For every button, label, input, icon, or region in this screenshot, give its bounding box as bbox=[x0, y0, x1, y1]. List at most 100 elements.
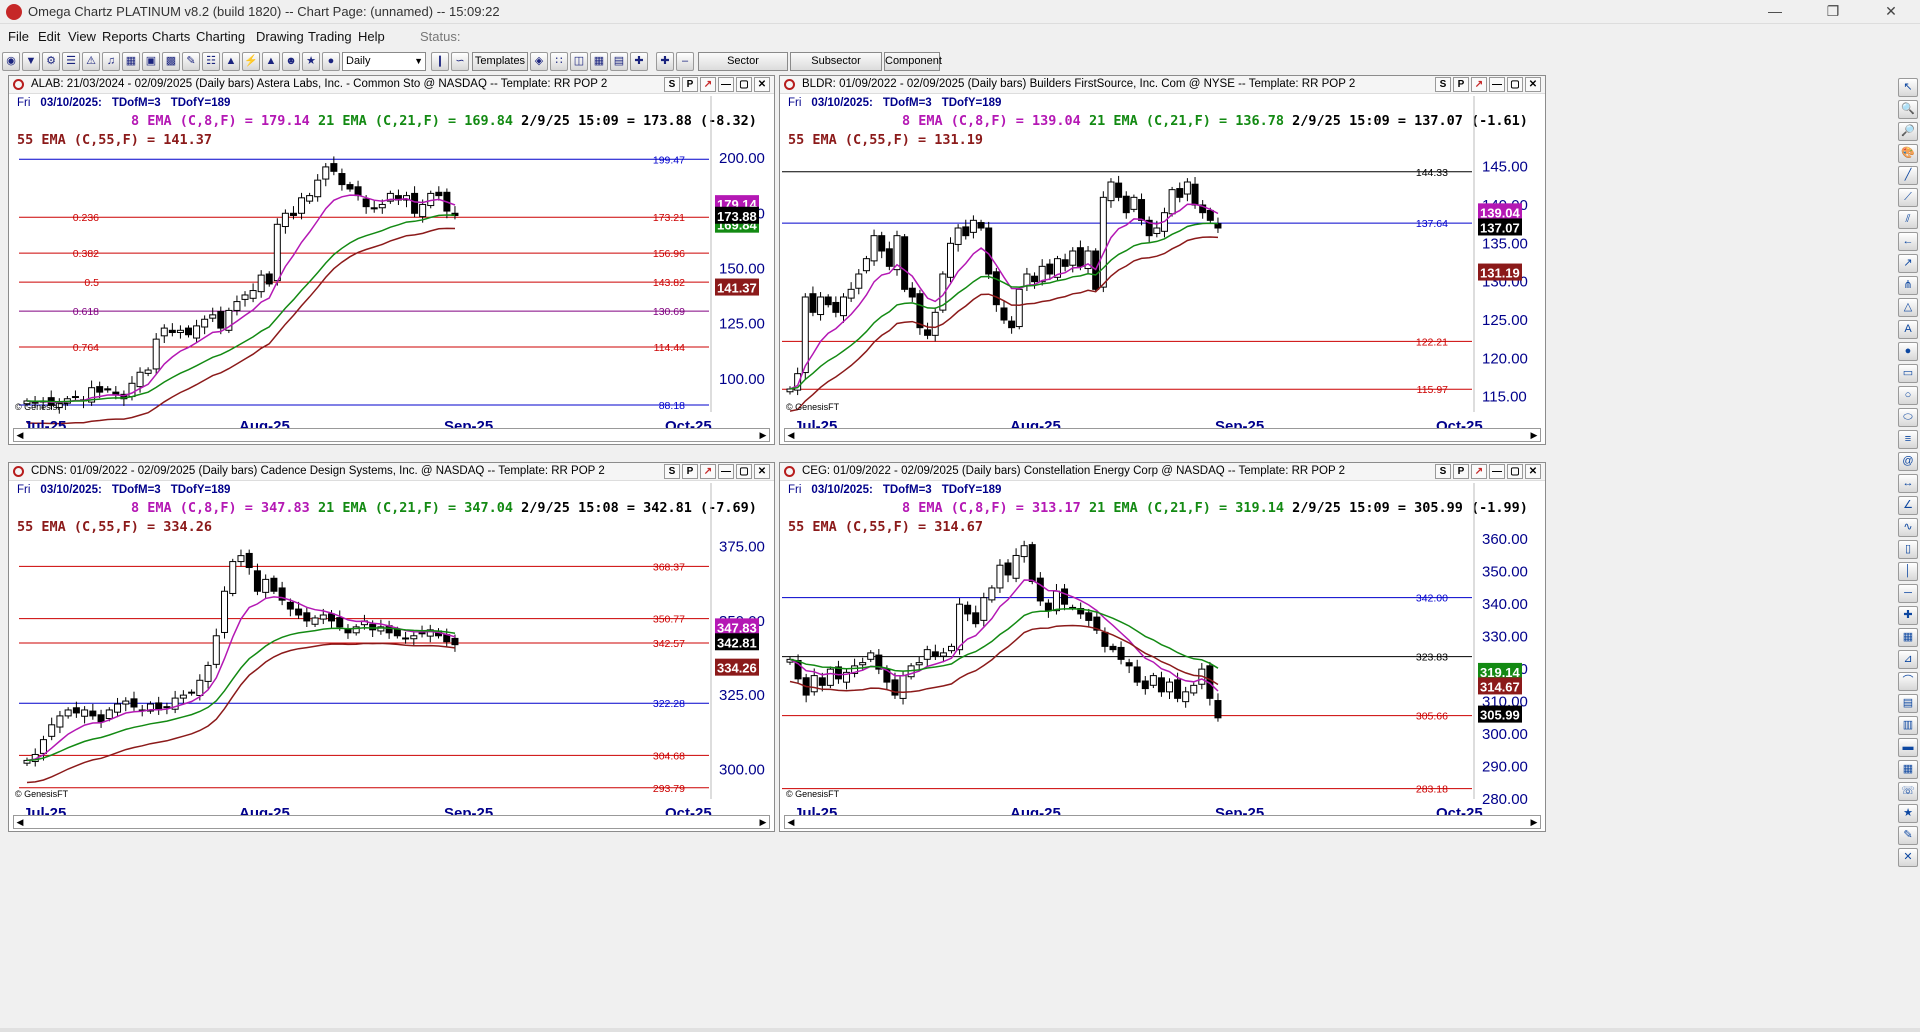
candle-body[interactable] bbox=[105, 709, 113, 720]
wave-icon[interactable]: ∿ bbox=[1898, 518, 1918, 537]
candle-body[interactable] bbox=[878, 235, 886, 252]
candle-body[interactable] bbox=[931, 651, 939, 657]
candle-body[interactable] bbox=[985, 227, 993, 275]
candle-body[interactable] bbox=[1008, 320, 1016, 329]
price-chart[interactable]: 342.00 323.83 305.66 283.18 360.00 350.00 340.… bbox=[780, 463, 1547, 833]
candle-body[interactable] bbox=[311, 617, 319, 625]
vline-icon[interactable]: │ bbox=[1898, 562, 1918, 581]
menu-drawing[interactable]: Drawing bbox=[256, 29, 304, 44]
candle-body[interactable] bbox=[809, 293, 817, 313]
candle-body[interactable] bbox=[1157, 677, 1165, 693]
candle-body[interactable] bbox=[336, 617, 344, 628]
candle-body[interactable] bbox=[130, 698, 138, 708]
candle-body[interactable] bbox=[188, 691, 196, 694]
candle-body[interactable] bbox=[1109, 645, 1117, 651]
candle-body[interactable] bbox=[1069, 250, 1077, 266]
candle-body[interactable] bbox=[1166, 681, 1174, 693]
candle-body[interactable] bbox=[1174, 679, 1182, 699]
candle-body[interactable] bbox=[1052, 590, 1060, 612]
candle-body[interactable] bbox=[1044, 602, 1052, 612]
candle-body[interactable] bbox=[354, 186, 362, 197]
candle-body[interactable] bbox=[249, 290, 257, 299]
candle-body[interactable] bbox=[369, 623, 377, 631]
candle-body[interactable] bbox=[1028, 544, 1036, 582]
ema55-line[interactable] bbox=[789, 236, 1219, 412]
delete-icon[interactable]: ✕ bbox=[1898, 848, 1918, 867]
candle-body[interactable] bbox=[954, 227, 962, 245]
candle-body[interactable] bbox=[915, 662, 923, 666]
text-icon[interactable]: A bbox=[1898, 320, 1918, 339]
candle-body[interactable] bbox=[1061, 588, 1069, 605]
scan-icon[interactable]: ◉ bbox=[2, 52, 20, 71]
candle-body[interactable] bbox=[112, 391, 120, 395]
candle-body[interactable] bbox=[824, 296, 832, 306]
candle-body[interactable] bbox=[1061, 259, 1069, 267]
candle-body[interactable] bbox=[810, 675, 818, 693]
rect-icon[interactable]: ▯ bbox=[1898, 540, 1918, 559]
candle-body[interactable] bbox=[193, 325, 201, 339]
candle-body[interactable] bbox=[89, 710, 97, 717]
candle-body[interactable] bbox=[885, 248, 893, 267]
ema21-line[interactable] bbox=[26, 627, 456, 762]
chart-icon[interactable]: ▲ bbox=[262, 52, 280, 71]
candle-body[interactable] bbox=[257, 274, 265, 293]
candle-body[interactable] bbox=[212, 635, 220, 665]
candle-body[interactable] bbox=[104, 388, 112, 391]
candle-body[interactable] bbox=[1183, 181, 1191, 195]
filter-icon[interactable]: ▼ bbox=[22, 52, 40, 71]
arrow-left-icon[interactable]: ← bbox=[1898, 232, 1918, 251]
fork-icon[interactable]: ⋔ bbox=[1898, 276, 1918, 295]
chart-panel-ceg[interactable]: CEG: 01/09/2022 - 02/09/2025 (Daily bars… bbox=[779, 462, 1546, 832]
candle-body[interactable] bbox=[378, 203, 386, 209]
fib-icon[interactable]: ≡ bbox=[1898, 430, 1918, 449]
candle-body[interactable] bbox=[81, 709, 89, 717]
filter2-icon[interactable]: ▦ bbox=[590, 52, 608, 71]
candle-body[interactable] bbox=[221, 590, 229, 633]
candle-body[interactable] bbox=[410, 635, 418, 640]
candle-body[interactable] bbox=[418, 632, 426, 635]
candle-body[interactable] bbox=[411, 192, 419, 214]
menu-charting[interactable]: Charting bbox=[196, 29, 245, 44]
trophy-icon[interactable]: ★ bbox=[302, 52, 320, 71]
candle-body[interactable] bbox=[201, 318, 209, 328]
candle-body[interactable] bbox=[847, 288, 855, 299]
candle-body[interactable] bbox=[265, 273, 273, 285]
candle-body[interactable] bbox=[168, 329, 176, 334]
angle-icon[interactable]: ∠ bbox=[1898, 496, 1918, 515]
period-select[interactable]: Daily ▼ bbox=[342, 52, 426, 71]
candle-body[interactable] bbox=[839, 296, 847, 317]
candle-body[interactable] bbox=[319, 614, 327, 620]
candle-body[interactable] bbox=[241, 294, 249, 300]
menu-file[interactable]: File bbox=[8, 29, 29, 44]
candle-body[interactable] bbox=[229, 561, 237, 594]
candle-body[interactable] bbox=[1122, 195, 1130, 214]
candle-body[interactable] bbox=[947, 645, 955, 652]
zoom-out-icon[interactable]: 🔎 bbox=[1898, 122, 1918, 141]
candle-body[interactable] bbox=[988, 587, 996, 601]
candle-body[interactable] bbox=[204, 664, 212, 682]
candle-body[interactable] bbox=[328, 613, 336, 622]
scroll-right-icon[interactable]: ▶ bbox=[1528, 816, 1540, 828]
scroll-left-icon[interactable]: ◀ bbox=[785, 429, 797, 441]
scroll-right-icon[interactable]: ▶ bbox=[757, 429, 769, 441]
grid2-icon[interactable]: ▤ bbox=[1898, 694, 1918, 713]
candle-body[interactable] bbox=[435, 191, 443, 197]
candle-body[interactable] bbox=[451, 637, 459, 646]
candle-body[interactable] bbox=[859, 662, 867, 666]
spiral-icon[interactable]: @ bbox=[1898, 452, 1918, 471]
dash-icon[interactable]: – bbox=[676, 52, 694, 71]
candle-body[interactable] bbox=[72, 707, 80, 714]
candle-body[interactable] bbox=[1023, 273, 1031, 287]
menu-help[interactable]: Help bbox=[358, 29, 385, 44]
brush-icon[interactable]: ✎ bbox=[1898, 826, 1918, 845]
menu-charts[interactable]: Charts bbox=[152, 29, 190, 44]
candle-body[interactable] bbox=[867, 652, 875, 660]
dot-icon[interactable]: ● bbox=[1898, 342, 1918, 361]
candle-body[interactable] bbox=[48, 724, 56, 737]
candle-body[interactable] bbox=[217, 311, 225, 329]
ema8-line[interactable] bbox=[26, 194, 456, 404]
bell-icon[interactable]: ♫ bbox=[102, 52, 120, 71]
candle-body[interactable] bbox=[71, 396, 79, 399]
crosshair-icon[interactable]: ✚ bbox=[630, 52, 648, 71]
candle-body[interactable] bbox=[1117, 646, 1125, 660]
